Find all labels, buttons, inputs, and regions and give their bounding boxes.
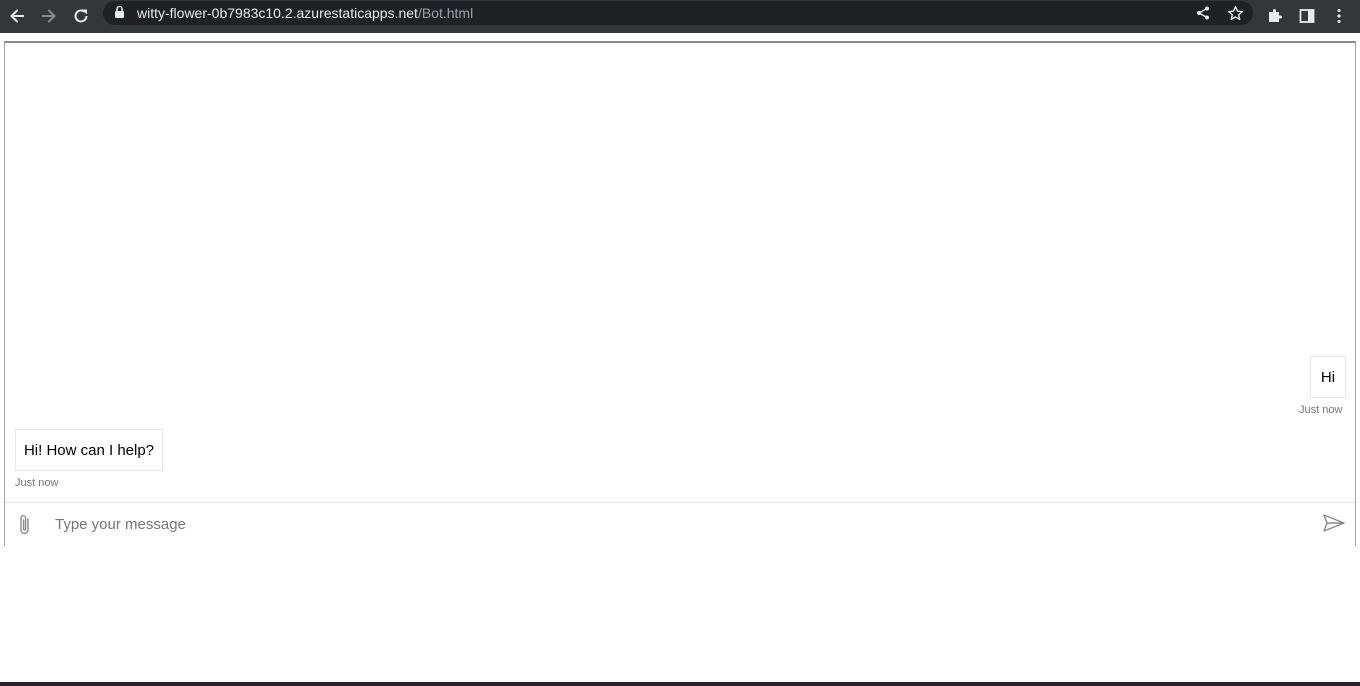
user-message-bubble: Hi xyxy=(1310,356,1346,398)
bot-message-timestamp: Just now xyxy=(15,477,59,489)
address-bar[interactable]: witty-flower-0b7983c10.2.azurestaticapps… xyxy=(103,1,1253,25)
forward-button[interactable] xyxy=(36,3,62,29)
star-icon[interactable] xyxy=(1226,4,1244,22)
message-composer xyxy=(5,502,1355,546)
back-icon xyxy=(10,9,24,23)
back-button[interactable] xyxy=(4,3,30,29)
attach-button[interactable] xyxy=(15,513,35,537)
menu-icon[interactable] xyxy=(1327,4,1351,28)
paperclip-icon xyxy=(20,515,29,535)
forward-icon xyxy=(42,9,56,23)
webchat-container: Hi Just now Hi! How can I help? Just now xyxy=(4,41,1356,546)
user-message-text: Hi xyxy=(1320,368,1336,386)
lock-icon xyxy=(114,5,125,24)
send-button[interactable] xyxy=(1322,513,1348,535)
bottom-edge xyxy=(0,682,1360,686)
user-message-timestamp: Just now xyxy=(1299,404,1343,416)
share-icon[interactable] xyxy=(1194,4,1212,22)
send-icon xyxy=(1323,514,1345,532)
bot-message-bubble: Hi! How can I help? xyxy=(15,429,163,471)
reload-button[interactable] xyxy=(68,3,94,29)
bot-message-text: Hi! How can I help? xyxy=(23,441,155,459)
message-input[interactable] xyxy=(55,512,1305,536)
url-text: witty-flower-0b7983c10.2.azurestaticapps… xyxy=(137,5,473,21)
browser-toolbar: witty-flower-0b7983c10.2.azurestaticapps… xyxy=(0,0,1360,33)
reload-icon xyxy=(74,9,88,23)
url-host: witty-flower-0b7983c10.2.azurestaticapps… xyxy=(137,5,418,21)
url-path: /Bot.html xyxy=(417,5,474,21)
side-panel-icon[interactable] xyxy=(1295,4,1319,28)
extensions-icon[interactable] xyxy=(1263,4,1287,28)
